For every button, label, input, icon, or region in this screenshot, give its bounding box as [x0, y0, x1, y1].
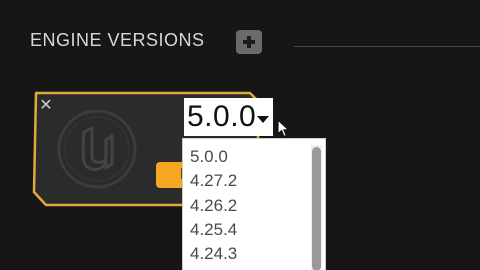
section-title: ENGINE VERSIONS	[30, 30, 205, 50]
dropdown-option[interactable]: 4.24.3	[190, 244, 237, 264]
dropdown-option[interactable]: 4.25.4	[190, 220, 237, 240]
version-dropdown-list[interactable]: 5.0.0 4.27.2 4.26.2 4.25.4 4.24.3	[182, 138, 326, 270]
scrollbar-thumb[interactable]	[312, 147, 321, 270]
engine-versions-header: ENGINE VERSIONS	[30, 30, 205, 51]
chevron-down-icon	[257, 115, 270, 123]
dropdown-option[interactable]: 4.26.2	[190, 196, 237, 216]
add-engine-version-button[interactable]	[236, 30, 262, 54]
mouse-pointer-icon	[277, 119, 290, 138]
engine-version-select[interactable]: 5.0.0	[184, 98, 274, 136]
version-select-value: 5.0.0	[187, 100, 257, 133]
dropdown-scrollbar[interactable]	[311, 145, 322, 270]
close-icon[interactable]: ✕	[38, 98, 54, 114]
plus-icon	[243, 36, 255, 48]
dropdown-option[interactable]: 4.27.2	[190, 171, 237, 191]
unreal-engine-logo-icon	[57, 109, 137, 189]
header-divider	[294, 46, 480, 47]
launcher-library-page: ENGINE VERSIONS ✕ L 5.0.0 5.0.0 4.27.2 4…	[0, 0, 480, 270]
dropdown-option[interactable]: 5.0.0	[190, 147, 228, 167]
